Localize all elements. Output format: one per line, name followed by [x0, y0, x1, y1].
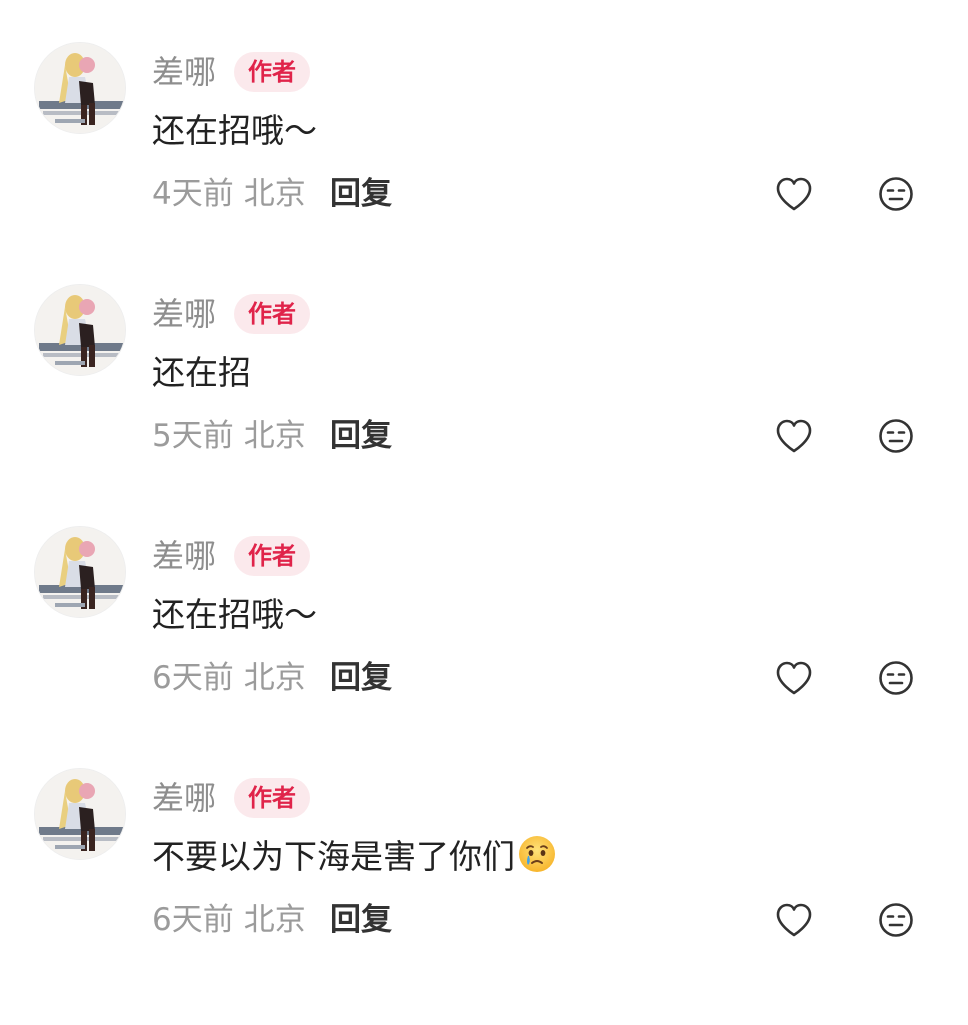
unamused-face-icon[interactable]: [878, 660, 914, 696]
comment-item: 差哪 作者 还在招哦～ 4天前 北京 回复: [0, 0, 968, 242]
comment-text: 还在招: [152, 353, 251, 392]
heart-icon[interactable]: [775, 418, 813, 454]
author-badge: 作者: [234, 536, 310, 576]
comment-item: 差哪 作者 还在招 5天前 北京 回复: [0, 242, 968, 484]
avatar[interactable]: [34, 284, 126, 376]
username[interactable]: 差哪: [152, 534, 216, 578]
comment-time: 4天前: [152, 176, 234, 212]
comment-location: 北京: [243, 902, 306, 938]
heart-icon[interactable]: [775, 660, 813, 696]
avatar[interactable]: [34, 768, 126, 860]
reply-button[interactable]: 回复: [330, 172, 392, 216]
avatar[interactable]: [34, 42, 126, 134]
comment-meta: 6天前 北京: [152, 898, 306, 942]
reply-button[interactable]: 回复: [330, 656, 392, 700]
comment-time: 6天前: [152, 660, 234, 696]
reply-button[interactable]: 回复: [330, 414, 392, 458]
comment-text: 不要以为下海是害了你们: [152, 834, 557, 886]
comment-location: 北京: [243, 418, 306, 454]
heart-icon[interactable]: [775, 176, 813, 212]
reply-button[interactable]: 回复: [330, 898, 392, 942]
comment-time: 6天前: [152, 902, 234, 938]
username[interactable]: 差哪: [152, 776, 216, 820]
comment-item: 差哪 作者 不要以为下海是害了你们 6天前 北京 回复: [0, 726, 968, 968]
avatar[interactable]: [34, 526, 126, 618]
comment-text: 还在招哦～: [152, 595, 317, 634]
comment-meta: 5天前 北京: [152, 414, 306, 458]
author-badge: 作者: [234, 52, 310, 92]
comment-location: 北京: [243, 660, 306, 696]
comment-text: 还在招哦～: [152, 111, 317, 150]
username[interactable]: 差哪: [152, 50, 216, 94]
comment-meta: 6天前 北京: [152, 656, 306, 700]
author-badge: 作者: [234, 778, 310, 818]
comment-meta: 4天前 北京: [152, 172, 306, 216]
comment-time: 5天前: [152, 418, 234, 454]
unamused-face-icon[interactable]: [878, 418, 914, 454]
heart-icon[interactable]: [775, 902, 813, 938]
unamused-face-icon[interactable]: [878, 176, 914, 212]
username[interactable]: 差哪: [152, 292, 216, 336]
crying-face-emoji-icon: [517, 834, 557, 886]
unamused-face-icon[interactable]: [878, 902, 914, 938]
comment-item: 差哪 作者 还在招哦～ 6天前 北京 回复: [0, 484, 968, 726]
comment-location: 北京: [243, 176, 306, 212]
author-badge: 作者: [234, 294, 310, 334]
